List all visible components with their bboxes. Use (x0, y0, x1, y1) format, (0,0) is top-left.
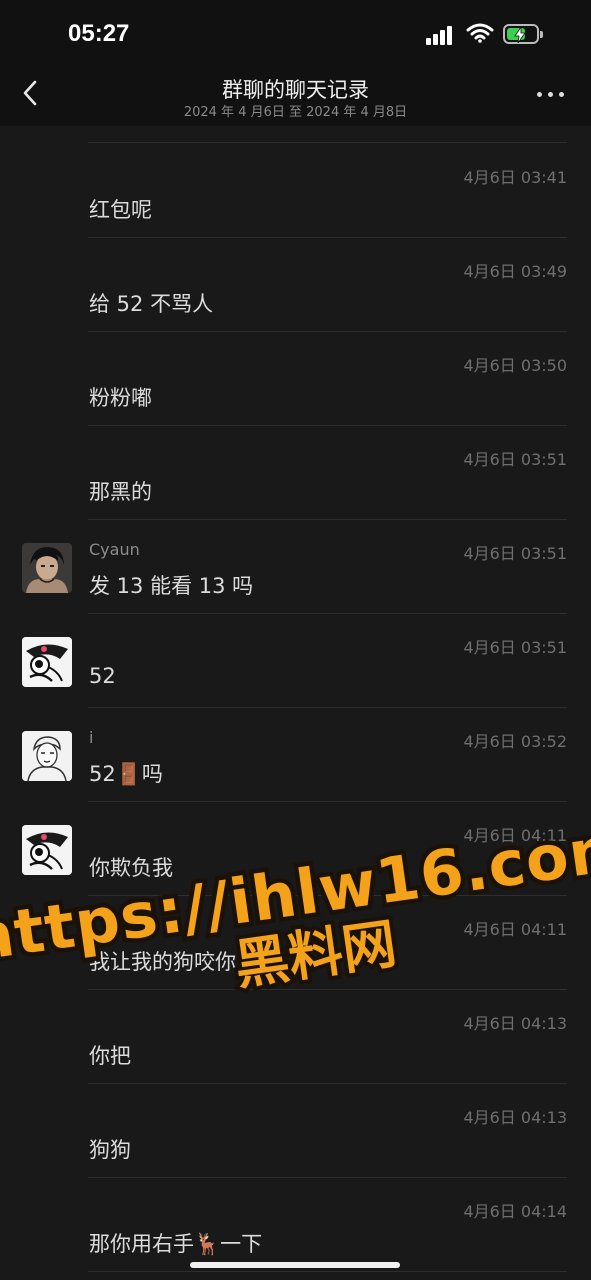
message-row[interactable]: 4月6日 04:11 你欺负我 (0, 802, 591, 896)
message-time: 4月6日 03:51 (463, 544, 567, 563)
message-row[interactable]: 4月6日 04:14 那你用右手🦌一下 (0, 1178, 591, 1272)
avatar[interactable] (22, 543, 72, 593)
message-row[interactable]: 4月6日 04:11 我让我的狗咬你 (0, 896, 591, 990)
message-time: 4月6日 03:49 (463, 262, 567, 281)
message-text: 你把 (89, 1044, 131, 1068)
message-row[interactable]: 4月6日 04:13 你把 (0, 990, 591, 1084)
message-time: 4月6日 04:14 (463, 1202, 567, 1221)
message-time: 4月6日 04:11 (463, 920, 567, 939)
message-text: 我让我的狗咬你 (89, 950, 236, 974)
list-divider (88, 142, 567, 143)
message-time: 4月6日 03:50 (463, 356, 567, 375)
message-time: 4月6日 03:51 (463, 638, 567, 657)
message-row[interactable]: 4月6日 03:51 52 (0, 614, 591, 708)
status-time: 05:27 (68, 20, 130, 47)
message-row[interactable]: 4月6日 03:51 那黑的 (0, 426, 591, 520)
message-row[interactable]: i 4月6日 03:52 52🚪吗 (0, 708, 591, 802)
avatar[interactable] (22, 731, 72, 781)
cellular-signal-icon (426, 25, 456, 45)
message-time: 4月6日 03:52 (463, 732, 567, 751)
message-row[interactable]: Cyaun 4月6日 03:51 发 13 能看 13 吗 (0, 520, 591, 614)
message-text: 红包呢 (89, 198, 152, 222)
message-row[interactable]: 4月6日 03:41 红包呢 (0, 144, 591, 238)
sender-name: Cyaun (89, 540, 140, 559)
message-time: 4月6日 03:51 (463, 450, 567, 469)
list-divider (88, 1271, 567, 1272)
page-title: 群聊的聊天记录 (222, 78, 369, 102)
battery-charging-icon (503, 24, 543, 44)
message-time: 4月6日 04:13 (463, 1108, 567, 1127)
message-row[interactable]: 4月6日 04:13 狗狗 (0, 1084, 591, 1178)
navigation-header: 群聊的聊天记录 2024 年 4 月6日 至 2024 年 4 月8日 (0, 60, 591, 126)
message-text: 52🚪吗 (89, 762, 163, 786)
sender-name: i (89, 728, 94, 747)
more-options-icon[interactable] (537, 84, 565, 104)
message-text: 给 52 不骂人 (89, 292, 214, 316)
avatar[interactable] (22, 825, 72, 875)
message-text: 52 (89, 664, 116, 688)
message-time: 4月6日 04:13 (463, 1014, 567, 1033)
date-range-subtitle: 2024 年 4 月6日 至 2024 年 4 月8日 (183, 105, 408, 120)
message-text: 狗狗 (89, 1138, 131, 1162)
wifi-icon (466, 23, 494, 43)
message-text: 发 13 能看 13 吗 (89, 574, 254, 598)
status-bar: 05:27 (0, 0, 591, 60)
message-time: 4月6日 04:11 (463, 826, 567, 845)
message-text: 你欺负我 (89, 856, 173, 880)
message-text: 那你用右手🦌一下 (89, 1232, 263, 1256)
home-indicator[interactable] (190, 1262, 400, 1268)
message-text: 粉粉嘟 (89, 386, 152, 410)
message-row[interactable]: 4月6日 03:50 粉粉嘟 (0, 332, 591, 426)
message-row[interactable]: 4月6日 03:49 给 52 不骂人 (0, 238, 591, 332)
message-time: 4月6日 03:41 (463, 168, 567, 187)
message-text: 那黑的 (89, 480, 152, 504)
avatar[interactable] (22, 637, 72, 687)
